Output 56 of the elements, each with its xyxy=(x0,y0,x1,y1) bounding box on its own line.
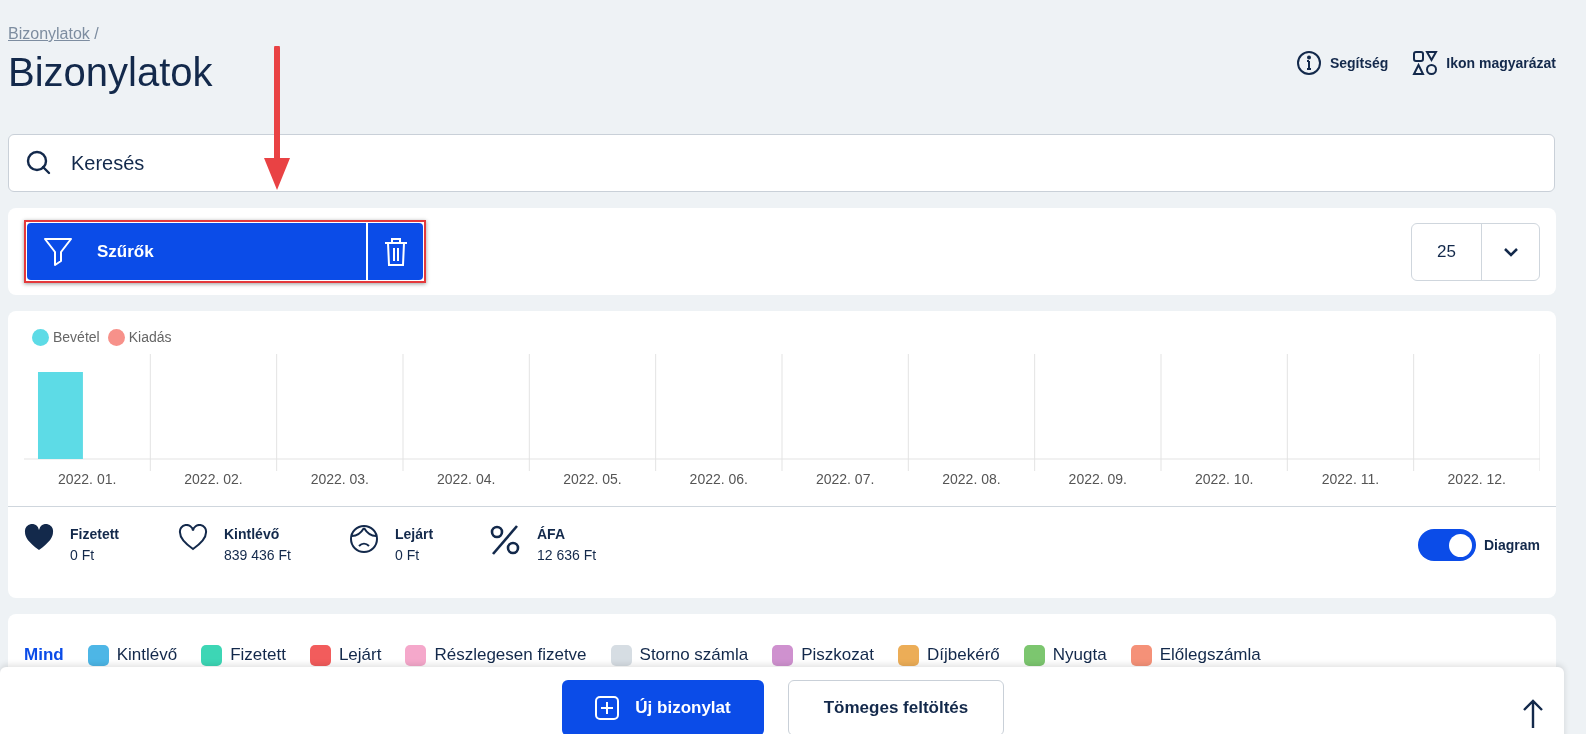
stat-value: 12 636 Ft xyxy=(537,546,597,565)
toggle-label: Diagram xyxy=(1483,535,1540,555)
delete-button[interactable] xyxy=(366,223,423,280)
legend-label: Bevétel xyxy=(53,328,100,347)
sad-face-icon xyxy=(349,524,379,554)
search-icon xyxy=(25,149,53,177)
shapes-icon xyxy=(1412,50,1439,76)
axis-label: 2022. 12. xyxy=(1446,470,1507,489)
diagram-toggle[interactable] xyxy=(1417,529,1476,561)
status-filter[interactable]: Előlegszámla xyxy=(1130,642,1261,668)
bulk-upload-button[interactable]: Tömeges feltöltés xyxy=(788,680,1004,734)
status-filter[interactable]: Nyugta xyxy=(1023,642,1107,668)
status-filter[interactable]: Mind xyxy=(24,642,64,668)
axis-label: 2022. 04. xyxy=(435,470,497,489)
trash-icon xyxy=(383,236,408,267)
heart-icon xyxy=(24,524,54,552)
stat-value: 0 Ft xyxy=(70,546,96,565)
chevron-down-icon xyxy=(1502,246,1519,257)
breadcrumb-separator: / xyxy=(94,25,99,42)
status-filter[interactable]: Fizetett xyxy=(201,642,286,668)
axis-label: 2022. 03. xyxy=(309,470,370,489)
search-bar[interactable]: Keresés xyxy=(8,134,1555,192)
stat-label: Kintlévő xyxy=(224,525,281,544)
info-icon xyxy=(1295,50,1322,76)
stat-label: Lejárt xyxy=(395,525,434,544)
axis-label: 2022. 07. xyxy=(814,470,876,489)
axis-label: 2022. 11. xyxy=(1320,470,1381,489)
status-filter[interactable]: Storno számla xyxy=(610,642,749,668)
axis-label: 2022. 05. xyxy=(562,470,623,489)
axis-label: 2022. 08. xyxy=(941,470,1002,489)
page-size-select[interactable]: 25 xyxy=(1411,222,1540,281)
arrow-up-icon[interactable] xyxy=(1522,698,1544,728)
heart-outline-icon xyxy=(178,524,208,552)
stat-value: 839 436 Ft xyxy=(224,546,291,565)
status-filter[interactable]: Lejárt xyxy=(309,642,382,668)
filter-button[interactable]: Szűrők xyxy=(27,223,366,280)
stat-label: Fizetett xyxy=(70,525,119,544)
page-title: Bizonylatok xyxy=(8,52,213,92)
funnel-icon xyxy=(43,235,73,268)
status-filter[interactable]: Piszkozat xyxy=(772,642,874,668)
status-filter[interactable]: Kintlévő xyxy=(87,642,178,668)
stat-value: 0 Ft xyxy=(395,546,421,565)
axis-label: 2022. 02. xyxy=(183,470,244,489)
axis-label: 2022. 10. xyxy=(1193,470,1255,489)
new-document-button[interactable]: Új bizonylat xyxy=(562,680,764,734)
percent-icon xyxy=(489,524,521,556)
plus-square-icon xyxy=(595,696,620,720)
legend-label: Kiadás xyxy=(128,328,172,347)
status-filter[interactable]: Díjbekérő xyxy=(898,642,1000,668)
axis-label: 2022. 01. xyxy=(56,470,118,489)
help-link[interactable]: Segítség xyxy=(1295,50,1389,76)
axis-label: 2022. 06. xyxy=(688,470,749,489)
help-link[interactable]: Ikon magyarázat xyxy=(1412,50,1556,76)
stat-label: ÁFA xyxy=(537,525,566,544)
axis-label: 2022. 09. xyxy=(1067,470,1128,489)
status-filter[interactable]: Részlegesen fizetve xyxy=(405,642,587,668)
